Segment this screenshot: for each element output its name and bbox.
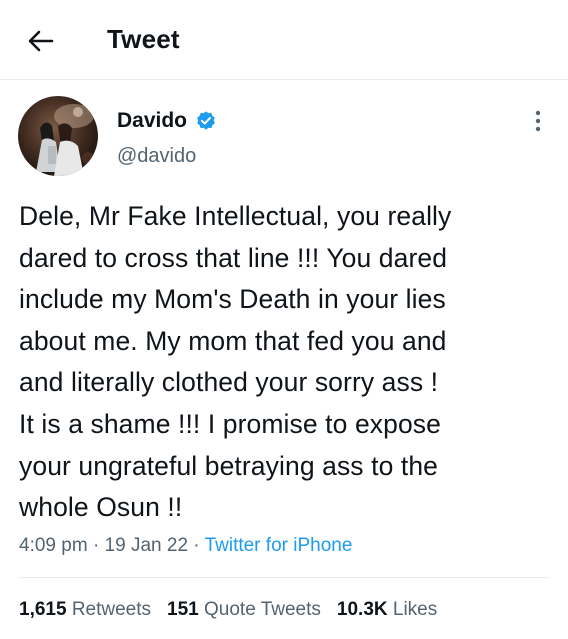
retweets-label: Retweets <box>71 599 152 620</box>
retweets-stat[interactable]: 1,615 Retweets <box>19 598 151 622</box>
meta-separator: · <box>92 535 100 556</box>
quote-tweets-label: Quote Tweets <box>204 599 321 620</box>
retweets-count: 1,615 <box>19 599 67 620</box>
top-app-bar: Tweet <box>0 0 568 80</box>
more-options-button[interactable] <box>526 106 550 136</box>
tweet-text: Dele, Mr Fake Intellectual, you really d… <box>19 201 452 523</box>
tweet-date[interactable]: 19 Jan 22 <box>105 535 188 556</box>
likes-label: Likes <box>392 599 438 620</box>
likes-stat[interactable]: 10.3K Likes <box>337 598 437 622</box>
tweet-stats: 1,615 Retweets 151 Quote Tweets 10.3K Li… <box>19 598 437 622</box>
author-name-row: Davido <box>117 108 217 134</box>
meta-separator: · <box>193 535 200 556</box>
divider <box>19 577 549 578</box>
back-button[interactable] <box>22 22 60 60</box>
author-handle[interactable]: @davido <box>117 144 196 168</box>
profile-photo <box>18 96 98 176</box>
arrow-left-icon <box>28 30 54 52</box>
tweet-time[interactable]: 4:09 pm <box>19 535 88 556</box>
vertical-dots-icon <box>535 110 541 132</box>
tweet-source-link[interactable]: Twitter for iPhone <box>205 535 353 556</box>
page-title: Tweet <box>107 24 180 54</box>
quote-tweets-count: 151 <box>167 599 199 620</box>
tweet-meta: 4:09 pm · 19 Jan 22 · Twitter for iPhone <box>19 534 352 558</box>
verified-badge-icon <box>195 110 217 132</box>
avatar[interactable] <box>18 96 98 176</box>
author-name[interactable]: Davido <box>117 108 187 134</box>
quote-tweets-stat[interactable]: 151 Quote Tweets <box>167 598 321 622</box>
likes-count: 10.3K <box>336 599 388 620</box>
